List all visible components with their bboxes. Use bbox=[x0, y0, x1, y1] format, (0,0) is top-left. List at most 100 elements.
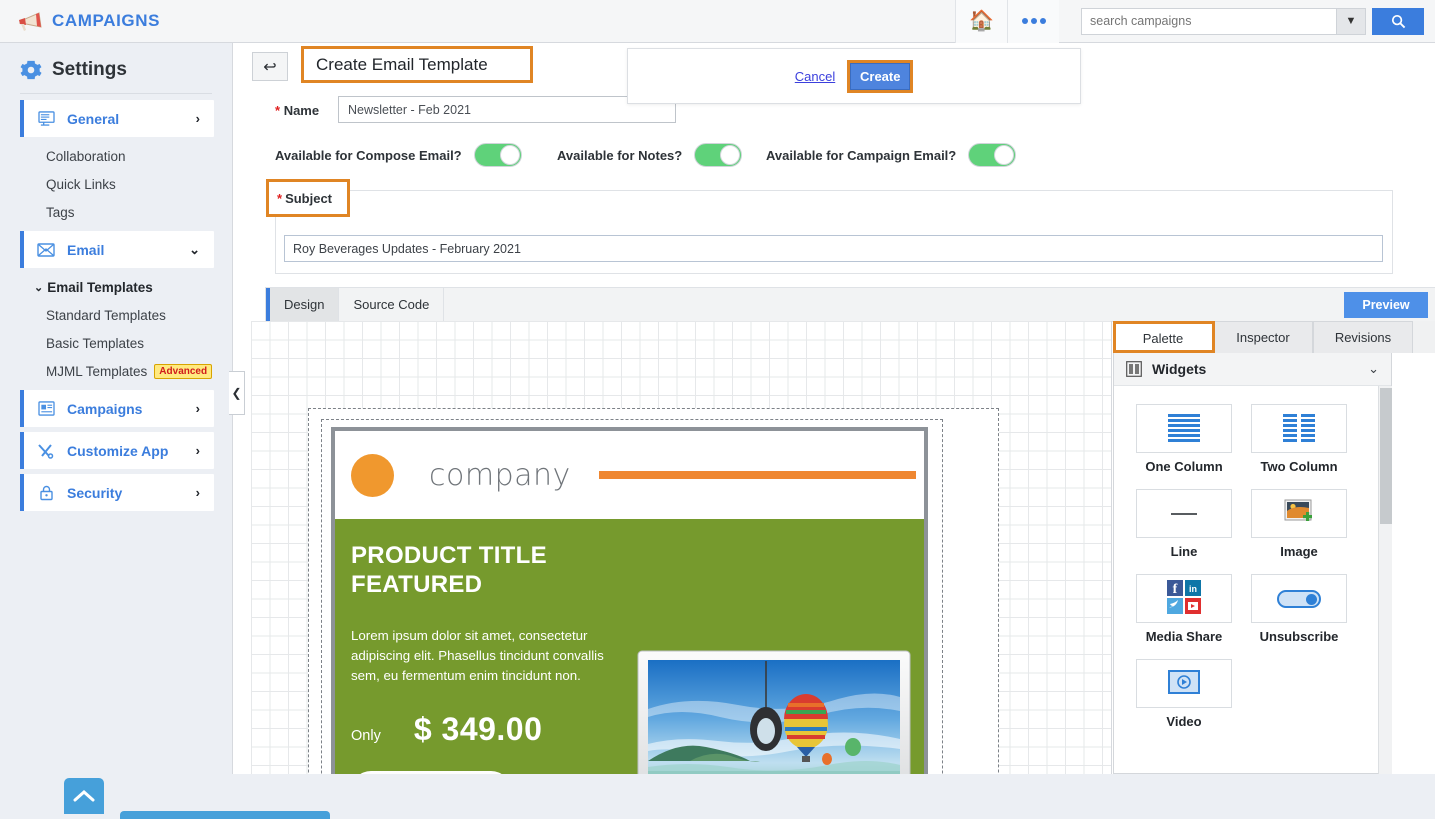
tab-palette[interactable]: Palette bbox=[1113, 321, 1213, 353]
tab-source-code[interactable]: Source Code bbox=[339, 288, 445, 321]
widget-video[interactable]: Video bbox=[1136, 659, 1251, 729]
tab-design[interactable]: Design bbox=[270, 288, 340, 321]
toggle-label: Available for Campaign Email? bbox=[766, 147, 957, 163]
sidebar-item-campaigns[interactable]: Campaigns › bbox=[20, 390, 214, 427]
tools-icon bbox=[36, 443, 56, 459]
chevron-right-icon: › bbox=[195, 401, 200, 416]
name-input[interactable] bbox=[338, 96, 676, 123]
header-rule bbox=[598, 471, 916, 479]
page-title-text: Create Email Template bbox=[316, 54, 488, 74]
unsubscribe-toggle-icon bbox=[1277, 589, 1321, 608]
editor-tabs: Design Source Code Preview bbox=[265, 287, 1435, 322]
chevron-right-icon: › bbox=[195, 111, 200, 126]
email-header-row[interactable]: company bbox=[335, 431, 924, 519]
widget-line[interactable]: Line bbox=[1136, 489, 1251, 559]
widget-media-share[interactable]: f in Media Share bbox=[1136, 574, 1251, 644]
template-outer-dropzone[interactable]: company PRODUCT TITLE FEATURED Lorem ips… bbox=[308, 408, 999, 774]
sidebar-subitem-collaboration[interactable]: Collaboration bbox=[0, 142, 232, 170]
search-button[interactable] bbox=[1372, 7, 1424, 35]
create-button-highlight: Create bbox=[847, 59, 914, 93]
top-bar: CAMPAIGNS 🏠 ▼ bbox=[0, 0, 1435, 43]
sidebar-item-label: General bbox=[67, 110, 120, 127]
widget-label: Video bbox=[1166, 714, 1202, 729]
sidebar-item-general[interactable]: General › bbox=[20, 100, 214, 137]
action-popup: Cancel Create bbox=[627, 48, 1081, 104]
brand[interactable]: CAMPAIGNS bbox=[0, 11, 160, 31]
one-column-icon bbox=[1168, 413, 1200, 444]
widget-label: Image bbox=[1280, 544, 1318, 559]
email-body[interactable]: PRODUCT TITLE FEATURED Lorem ipsum dolor… bbox=[335, 519, 924, 774]
toggle-compose-email[interactable] bbox=[473, 143, 522, 167]
sidebar-item-security[interactable]: Security › bbox=[20, 474, 214, 511]
active-bar bbox=[20, 100, 24, 137]
subject-input[interactable] bbox=[284, 235, 1383, 262]
widget-icon-box[interactable]: f in bbox=[1136, 574, 1232, 623]
widget-icon-box[interactable] bbox=[1136, 404, 1232, 453]
back-arrow-icon: ↩ bbox=[263, 58, 277, 76]
toggle-label: Available for Notes? bbox=[557, 147, 683, 163]
chevron-left-icon: ❮ bbox=[231, 386, 242, 400]
monitor-icon bbox=[36, 111, 56, 126]
page-title-highlight: Create Email Template bbox=[301, 46, 533, 83]
page-header: ↩ Create Email Template Cancel Create bbox=[233, 43, 1435, 104]
company-logo-text: company bbox=[429, 457, 571, 493]
template-inner-dropzone[interactable]: company PRODUCT TITLE FEATURED Lorem ips… bbox=[321, 419, 943, 774]
buy-now-button[interactable]: BUY NOW › bbox=[351, 770, 511, 774]
widget-two-column[interactable]: Two Column bbox=[1251, 404, 1366, 474]
toggle-group-campaign-email: Available for Campaign Email? bbox=[766, 143, 1017, 167]
subject-label-text: Subject bbox=[285, 190, 333, 206]
toggle-knob bbox=[720, 145, 741, 165]
widget-icon-box[interactable] bbox=[1136, 659, 1232, 708]
svg-text:f: f bbox=[1173, 582, 1178, 597]
line-icon bbox=[1171, 512, 1197, 515]
widget-label: Two Column bbox=[1260, 459, 1338, 474]
widget-icon-box[interactable] bbox=[1251, 404, 1347, 453]
toggle-notes[interactable] bbox=[694, 143, 743, 167]
widgets-section-header[interactable]: Widgets ⌄ bbox=[1114, 353, 1391, 386]
design-canvas[interactable]: company PRODUCT TITLE FEATURED Lorem ips… bbox=[251, 321, 1112, 774]
widget-icon-box[interactable] bbox=[1251, 489, 1347, 538]
sidebar-subitem-label: MJML Templates bbox=[46, 363, 148, 379]
two-column-icon bbox=[1283, 413, 1315, 444]
sidebar-collapse-handle[interactable]: ❮ bbox=[229, 371, 245, 415]
search-icon bbox=[1391, 14, 1405, 28]
palette-scrollbar[interactable] bbox=[1378, 386, 1392, 774]
sidebar-group-email-templates[interactable]: ⌄ Email Templates bbox=[0, 273, 232, 301]
back-button[interactable]: ↩ bbox=[252, 52, 288, 81]
active-bar bbox=[20, 390, 24, 427]
search-scope-dropdown[interactable]: ▼ bbox=[1336, 7, 1366, 35]
widget-label: Unsubscribe bbox=[1259, 629, 1339, 644]
widget-image[interactable]: Image bbox=[1251, 489, 1366, 559]
toggle-campaign-email[interactable] bbox=[968, 143, 1017, 167]
widget-one-column[interactable]: One Column bbox=[1136, 404, 1251, 474]
sidebar-subitem-tags[interactable]: Tags bbox=[0, 198, 232, 226]
widgets-section-title: Widgets bbox=[1152, 361, 1207, 377]
more-menu-button[interactable] bbox=[1007, 0, 1059, 43]
widget-unsubscribe[interactable]: Unsubscribe bbox=[1251, 574, 1366, 644]
sidebar-subitem-basic-templates[interactable]: Basic Templates bbox=[0, 329, 232, 357]
sidebar-subitem-standard-templates[interactable]: Standard Templates bbox=[0, 301, 232, 329]
sidebar-subitem-quick-links[interactable]: Quick Links bbox=[0, 170, 232, 198]
preview-button[interactable]: Preview bbox=[1344, 292, 1428, 318]
cancel-button[interactable]: Cancel bbox=[795, 69, 835, 84]
widget-icon-box[interactable] bbox=[1251, 574, 1347, 623]
toggle-knob bbox=[499, 145, 520, 165]
tab-revisions[interactable]: Revisions bbox=[1313, 321, 1413, 353]
email-template-card[interactable]: company PRODUCT TITLE FEATURED Lorem ips… bbox=[331, 427, 928, 774]
palette-scrollbar-thumb[interactable] bbox=[1380, 388, 1392, 524]
widget-grid: One Column Two Column Line Image f in Me… bbox=[1114, 386, 1391, 744]
widget-icon-box[interactable] bbox=[1136, 489, 1232, 538]
home-button[interactable]: 🏠 bbox=[955, 0, 1007, 43]
tab-inspector[interactable]: Inspector bbox=[1213, 321, 1313, 353]
sidebar-subitem-mjml-templates[interactable]: MJML Templates Advanced bbox=[0, 357, 232, 385]
availability-toggles-row: Available for Compose Email? Available f… bbox=[233, 136, 1435, 182]
sidebar-item-customize-app[interactable]: Customize App › bbox=[20, 432, 214, 469]
sidebar-item-email[interactable]: Email ⌄ bbox=[20, 231, 214, 268]
name-label-text: Name bbox=[283, 103, 320, 118]
create-button[interactable]: Create bbox=[850, 62, 911, 90]
sidebar-item-label: Email bbox=[67, 241, 105, 258]
video-icon bbox=[1168, 670, 1200, 697]
name-label: * Name bbox=[275, 103, 319, 118]
scroll-to-top-button[interactable] bbox=[64, 778, 104, 814]
search-input[interactable] bbox=[1081, 7, 1336, 35]
